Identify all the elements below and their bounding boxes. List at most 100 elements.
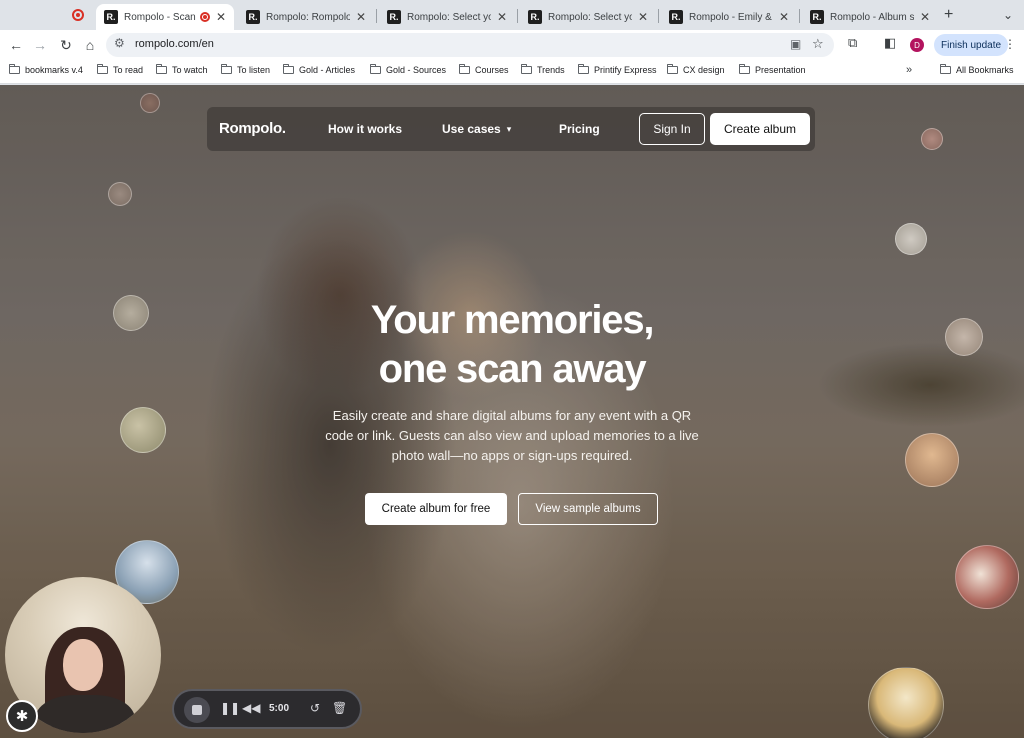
new-tab-icon[interactable]: +	[944, 6, 953, 24]
memory-photo-bubble	[905, 433, 959, 487]
bookmark-folder[interactable]: Presentation	[739, 64, 806, 75]
home-icon[interactable]: ⌂	[80, 35, 100, 55]
bookmark-folder[interactable]: CX design	[667, 64, 725, 75]
memory-photo-bubble	[868, 667, 944, 738]
folder-icon	[459, 64, 470, 74]
tab-rompolo-home[interactable]: R. Rompolo - Scan, Cr ✕	[96, 4, 234, 30]
folder-icon	[940, 64, 951, 74]
bookmark-folder[interactable]: bookmarks v.4	[9, 64, 83, 75]
nav-pricing[interactable]: Pricing	[559, 122, 600, 136]
recording-indicator-icon	[72, 9, 84, 21]
folder-icon	[521, 64, 532, 74]
memory-photo-bubble	[140, 93, 160, 113]
rompolo-favicon-icon: R.	[104, 10, 118, 24]
folder-icon	[370, 64, 381, 74]
tab-close-icon[interactable]: ✕	[638, 10, 648, 24]
tab-2[interactable]: R. Rompolo: Rompolo: Dig ✕	[238, 4, 374, 30]
sign-in-button[interactable]: Sign In	[639, 113, 705, 145]
bookmark-label: To watch	[172, 65, 208, 75]
folder-icon	[283, 64, 294, 74]
bookmark-folder[interactable]: To read	[97, 64, 143, 75]
folder-icon	[667, 64, 678, 74]
recording-controls: ❚❚ ◀◀ 5:00 ↺ 🗑	[172, 689, 362, 729]
recording-timer: 5:00	[269, 703, 290, 714]
tab-5[interactable]: R. Rompolo - Emily & Jon ✕	[661, 4, 797, 30]
finish-update-button[interactable]: Finish update	[934, 34, 1009, 56]
bookmark-label: bookmarks v.4	[25, 65, 83, 75]
folder-icon	[9, 64, 20, 74]
tab-close-icon[interactable]: ✕	[779, 10, 789, 24]
create-album-button[interactable]: Create album	[710, 113, 810, 145]
back-arrow-icon[interactable]: ←	[6, 35, 26, 55]
bookmark-folder[interactable]: Printify Express	[578, 64, 657, 75]
tab-title: Rompolo: Select your p	[407, 11, 491, 23]
view-sample-albums-button[interactable]: View sample albums	[518, 493, 658, 525]
restart-icon[interactable]: ↺	[310, 701, 320, 715]
tab-divider	[376, 9, 377, 23]
site-info-icon[interactable]: ⚙	[114, 36, 125, 50]
nav-use-cases-label: Use cases	[442, 122, 501, 136]
rompolo-favicon-icon: R.	[669, 10, 683, 24]
url-text[interactable]: rompolo.com/en	[135, 38, 214, 50]
bookmark-label: To listen	[237, 65, 271, 75]
tab-search-chevron-icon[interactable]: ⌄	[998, 5, 1018, 25]
tab-title: Rompolo - Scan, Cr	[124, 11, 196, 23]
bookmark-folder[interactable]: Courses	[459, 64, 509, 75]
bookmark-folder[interactable]: To listen	[221, 64, 271, 75]
tab-title: Rompolo: Select your p	[548, 11, 632, 23]
folder-icon	[221, 64, 232, 74]
cookie-settings-icon[interactable]: ✱	[6, 700, 38, 732]
bookmark-label: Trends	[537, 65, 565, 75]
tab-divider	[658, 9, 659, 23]
rompolo-logo[interactable]: Rompolo.	[219, 120, 286, 137]
address-bar[interactable]: ⚙ rompolo.com/en ▣ ☆	[106, 33, 834, 57]
more-bookmarks-chevron-icon[interactable]: »	[906, 64, 912, 76]
bookmark-label: CX design	[683, 65, 725, 75]
bookmark-folder[interactable]: To watch	[156, 64, 208, 75]
bookmark-folder[interactable]: Gold - Articles	[283, 64, 355, 75]
tab-4[interactable]: R. Rompolo: Select your p ✕	[520, 4, 656, 30]
memory-photo-bubble	[955, 545, 1019, 609]
tab-3[interactable]: R. Rompolo: Select your p ✕	[379, 4, 515, 30]
nav-use-cases[interactable]: Use cases ▾	[442, 122, 511, 136]
tab-title: Rompolo - Album settin	[830, 11, 914, 23]
bookmark-folder[interactable]: Gold - Sources	[370, 64, 446, 75]
reload-icon[interactable]: ↻	[56, 35, 76, 55]
hero-headline: Your memories, one scan away	[262, 296, 762, 394]
folder-icon	[97, 64, 108, 74]
tab-close-icon[interactable]: ✕	[497, 10, 507, 24]
tab-6[interactable]: R. Rompolo - Album settin ✕	[802, 4, 938, 30]
tab-close-icon[interactable]: ✕	[216, 10, 226, 24]
memory-photo-bubble	[945, 318, 983, 356]
bookmark-star-icon[interactable]: ☆	[812, 36, 824, 52]
memory-photo-bubble	[113, 295, 149, 331]
create-album-free-button[interactable]: Create album for free	[365, 493, 507, 525]
pause-icon[interactable]: ❚❚	[220, 701, 240, 715]
bookmark-label: Courses	[475, 65, 509, 75]
tab-close-icon[interactable]: ✕	[920, 10, 930, 24]
bookmarks-bar: bookmarks v.4 To read To watch To listen…	[0, 60, 1024, 84]
extensions-puzzle-icon[interactable]: ⧉	[848, 35, 857, 51]
tab-close-icon[interactable]: ✕	[356, 10, 366, 24]
nav-how-it-works[interactable]: How it works	[328, 122, 402, 136]
side-panel-icon[interactable]: ◧	[884, 35, 896, 51]
stop-recording-button[interactable]	[184, 697, 210, 723]
memory-photo-bubble	[895, 223, 927, 255]
memory-photo-bubble	[108, 182, 132, 206]
presenter-body	[35, 695, 135, 733]
browser-menu-icon[interactable]: ⋮	[1004, 37, 1016, 51]
tab-strip: R. Rompolo - Scan, Cr ✕ R. Rompolo: Romp…	[0, 0, 1024, 30]
chevron-down-icon: ▾	[506, 123, 512, 134]
tab-title: Rompolo - Emily & Jon	[689, 11, 773, 23]
forward-arrow-icon[interactable]: →	[30, 35, 50, 55]
folder-icon	[739, 64, 750, 74]
camera-in-use-icon[interactable]: ▣	[790, 37, 801, 51]
bookmark-folder[interactable]: Trends	[521, 64, 565, 75]
rewind-icon[interactable]: ◀◀	[242, 701, 260, 715]
profile-avatar[interactable]: D	[910, 38, 924, 52]
tab-divider	[517, 9, 518, 23]
bookmark-label: Printify Express	[594, 65, 657, 75]
hero-headline-line-1: Your memories,	[370, 298, 655, 342]
all-bookmarks-folder[interactable]: All Bookmarks	[940, 64, 1014, 75]
delete-trash-icon[interactable]: 🗑	[332, 701, 347, 715]
